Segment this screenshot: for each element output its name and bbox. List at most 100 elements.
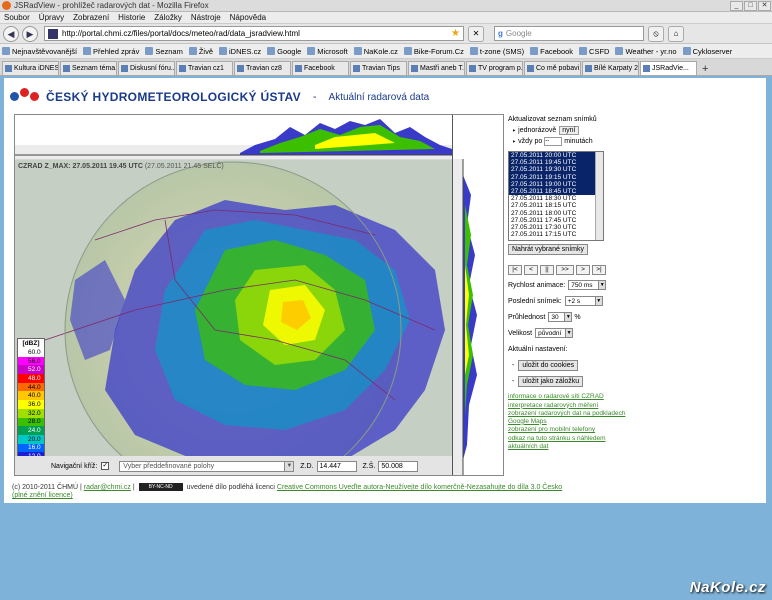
time-list[interactable]: 27.05.2011 20:00 UTC 27.05.2011 19:45 UTC… [508, 151, 604, 241]
browser-tab[interactable]: JSRadVie... [640, 61, 697, 75]
menu-item-nastroje[interactable]: Nástroje [191, 13, 221, 22]
last-frame-select[interactable]: +2 s ▼ [564, 296, 603, 306]
link-interpretation[interactable]: interpretace radarových měření [508, 402, 626, 410]
browser-tab[interactable]: TV program p... [466, 61, 523, 75]
last-frame-button[interactable]: >| [592, 265, 606, 275]
address-url[interactable]: http://portal.chmi.cz/files/portal/docs/… [62, 29, 451, 38]
time-list-item[interactable]: 27.05.2011 18:15 UTC [509, 202, 603, 209]
lon-field[interactable]: 14.447 [316, 460, 357, 472]
size-select[interactable]: původní ▼ [535, 328, 574, 338]
adblock-icon[interactable]: ⦸ [648, 25, 664, 42]
time-list-item[interactable]: 27.05.2011 17:30 UTC [509, 224, 603, 231]
time-list-item[interactable]: 27.05.2011 18:45 UTC [509, 187, 603, 196]
now-button[interactable]: nyní [559, 126, 579, 135]
bookmark-star-icon[interactable]: ★ [451, 28, 460, 39]
forward-icon[interactable]: ▶ [22, 25, 38, 42]
load-images-button[interactable]: Nahrát vybrané snímky [508, 244, 588, 255]
footer-email-link[interactable]: radar@chmi.cz [84, 484, 131, 491]
bookmark-item[interactable]: Seznam [145, 47, 183, 56]
bookmark-item[interactable]: CSFD [579, 47, 609, 56]
link-radar-network[interactable]: informace o radarové síti CZRAD [508, 393, 626, 401]
menu-item-zalozky[interactable]: Záložky [154, 13, 182, 22]
bookmark-favicon-icon [615, 47, 624, 55]
once-label: jednorázově [518, 127, 557, 134]
speed-select[interactable]: 750 ms ▼ [568, 280, 607, 290]
time-list-item[interactable]: 27.05.2011 19:15 UTC [509, 173, 603, 181]
search-input[interactable]: g Google [494, 26, 644, 41]
menu-item-historie[interactable]: Historie [118, 13, 145, 22]
dbz-value: 20.0 [28, 435, 41, 443]
save-cookies-button[interactable]: uložit do cookies [518, 359, 579, 371]
chmi-logo [10, 88, 40, 106]
browser-tab[interactable]: Diskusní fóru... [118, 61, 175, 75]
time-list-item[interactable]: 27.05.2011 18:00 UTC [509, 210, 603, 217]
time-list-item[interactable]: 27.05.2011 17:45 UTC [509, 217, 603, 224]
menu-item-soubor[interactable]: Soubor [4, 13, 30, 22]
time-list-item[interactable]: 27.05.2011 19:45 UTC [509, 159, 603, 167]
opacity-label: Průhlednost [508, 313, 546, 321]
stop-icon[interactable]: ✕ [468, 25, 484, 42]
bookmark-item[interactable]: Microsoft [307, 47, 348, 56]
browser-tab[interactable]: Travian cz8 [234, 61, 291, 75]
bookmark-item[interactable]: Bike-Forum.Cz [403, 47, 464, 56]
bookmark-item[interactable]: Přehled zpráv [83, 47, 139, 56]
time-list-item[interactable]: 27.05.2011 20:00 UTC [509, 152, 603, 160]
browser-tab[interactable]: Kultura iDNES... [2, 61, 59, 75]
home-icon[interactable]: ⌂ [668, 25, 684, 42]
prev-frame-button[interactable]: < [524, 265, 538, 275]
browser-tab[interactable]: Co mě pobavi... [524, 61, 581, 75]
bookmark-item[interactable]: t-zone (SMS) [469, 47, 524, 56]
play-button[interactable]: >> [556, 265, 574, 275]
browser-tab[interactable]: Seznam téma... [60, 61, 117, 75]
radar-map[interactable]: CZRAD Z_MAX: 27.05.2011 19.45 UTC (27.05… [15, 160, 452, 475]
preset-location-select[interactable]: Vyber předdefinované polohy ▼ [119, 460, 295, 472]
dbz-color-swatch [18, 426, 26, 435]
minimize-button[interactable]: _ [730, 0, 743, 11]
back-icon[interactable]: ◀ [3, 25, 19, 42]
browser-tab[interactable]: Travian Tips [350, 61, 407, 75]
browser-tab[interactable]: Mastři aneb T... [408, 61, 465, 75]
next-frame-button[interactable]: > [576, 265, 590, 275]
time-list-item[interactable]: 27.05.2011 18:30 UTC [509, 195, 603, 202]
time-list-item[interactable]: 27.05.2011 19:00 UTC [509, 180, 603, 188]
lat-field[interactable]: 50.008 [378, 460, 419, 472]
bookmark-item[interactable]: Cykloserver [682, 47, 732, 56]
cc-license-badge[interactable]: BY-NC-ND [138, 483, 183, 491]
bookmark-item[interactable]: Facebook [530, 47, 573, 56]
nav-cross-checkbox[interactable]: ✓ [101, 462, 110, 470]
bookmark-item[interactable]: Nejnavštěvovanější [2, 47, 77, 56]
link-google-maps[interactable]: zobrazení radarových dat na podkladech G… [508, 410, 626, 425]
pause-button[interactable]: || [540, 265, 554, 275]
maximize-button[interactable]: □ [744, 0, 757, 11]
time-list-scrollbar[interactable] [595, 152, 603, 240]
browser-tab[interactable]: Bílé Karpaty 2... [582, 61, 639, 75]
bookmark-item[interactable]: Weather - yr.no [615, 47, 677, 56]
address-bar[interactable]: http://portal.chmi.cz/files/portal/docs/… [44, 26, 464, 41]
every-select[interactable]: -- [544, 137, 563, 146]
opacity-select[interactable]: 30 ▼ [548, 312, 573, 322]
time-list-item[interactable]: 27.05.2011 19:30 UTC [509, 166, 603, 174]
browser-tab[interactable]: Facebook [292, 61, 349, 75]
bookmark-item[interactable]: iDNES.cz [219, 47, 261, 56]
radar-caption: CZRAD Z_MAX: 27.05.2011 19.45 UTC (27.05… [18, 163, 224, 170]
menu-item-zobrazeni[interactable]: Zobrazení [73, 13, 109, 22]
dbz-color-swatch [18, 356, 26, 366]
link-mobile[interactable]: zobrazení pro mobilní telefony [508, 426, 626, 434]
bookmark-item[interactable]: Google [267, 47, 301, 56]
menu-item-upravy[interactable]: Úpravy [39, 13, 64, 22]
time-list-item[interactable]: 27.05.2011 17:15 UTC [509, 231, 603, 238]
footer-full-license-link[interactable]: (plné znění licence) [12, 492, 73, 499]
tab-label: Co mě pobavi... [536, 65, 581, 72]
link-this-page[interactable]: odkaz na tuto stránku s náhledem aktuáln… [508, 435, 626, 450]
dbz-scale-row: 36.0 [18, 400, 44, 409]
save-bookmark-button[interactable]: uložit jako záložku [518, 375, 584, 387]
browser-tab[interactable]: Travian cz1 [176, 61, 233, 75]
bookmark-favicon-icon [219, 47, 228, 55]
bookmark-item[interactable]: NaKole.cz [353, 47, 398, 56]
menu-item-napoveda[interactable]: Nápověda [230, 13, 266, 22]
bookmark-item[interactable]: Živě [188, 47, 213, 56]
new-tab-button[interactable]: + [702, 63, 708, 75]
first-frame-button[interactable]: |< [508, 265, 522, 275]
close-button[interactable]: ✕ [758, 0, 771, 11]
footer-license-link[interactable]: Creative Commons Uveďte autora-Neužívejt… [277, 484, 562, 491]
